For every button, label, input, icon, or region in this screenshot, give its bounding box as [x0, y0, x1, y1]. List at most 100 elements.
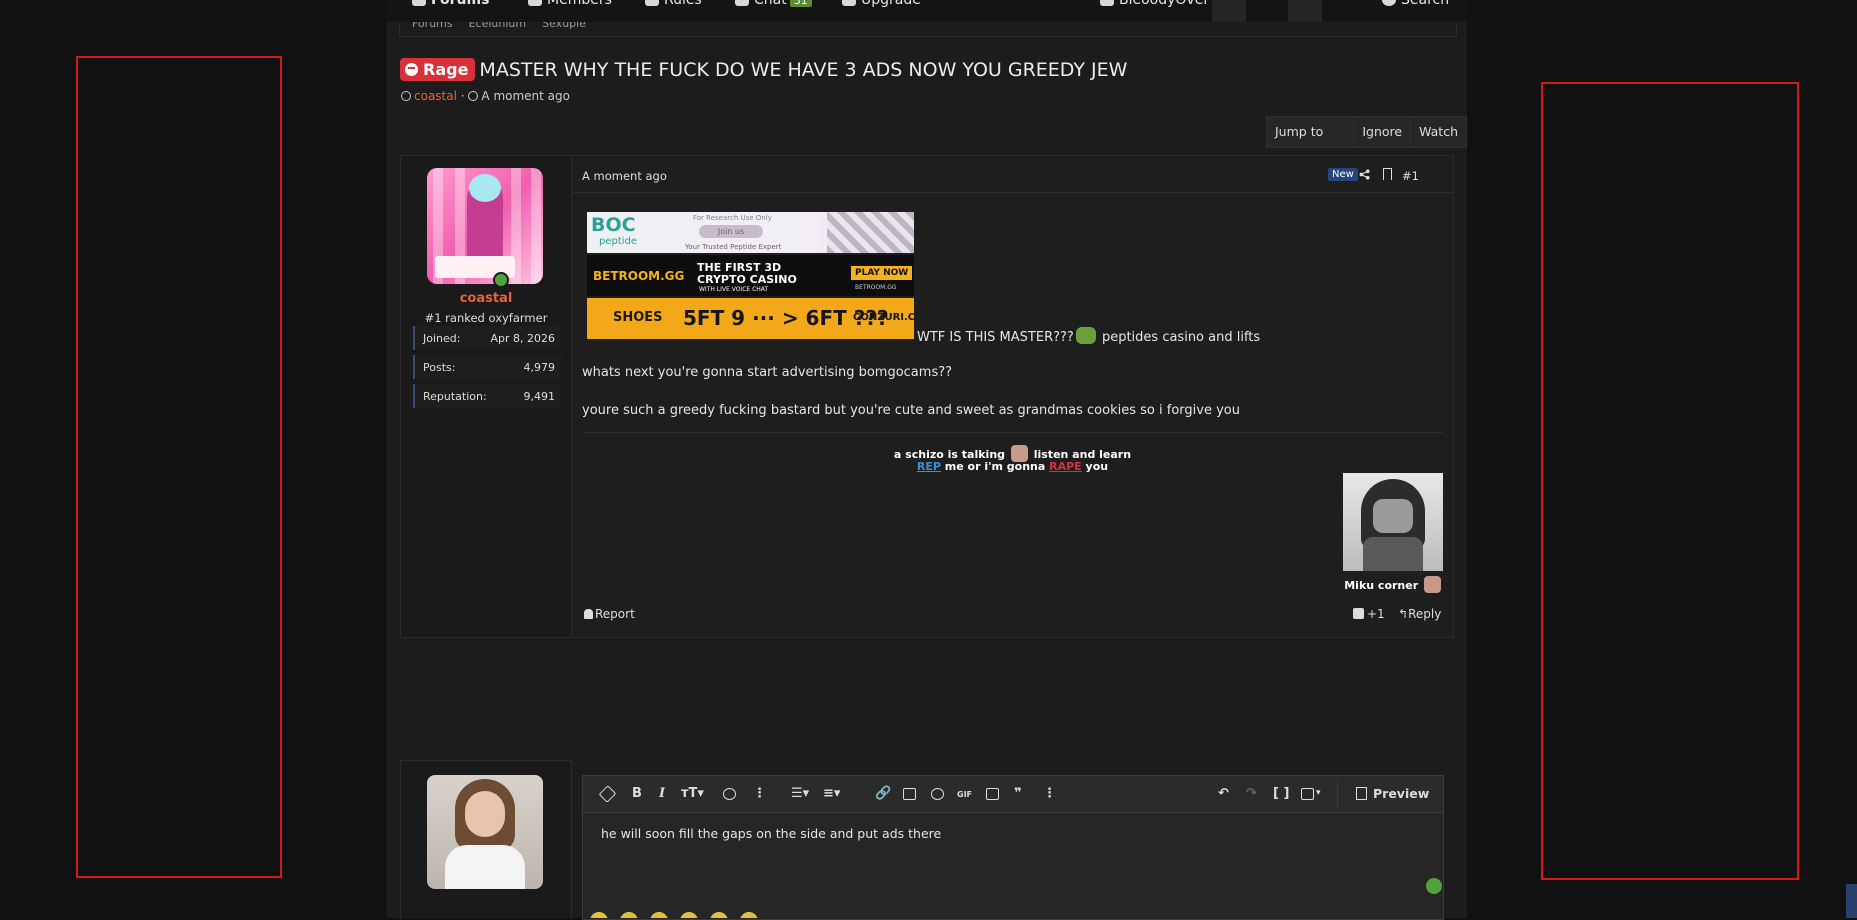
- inbox-icon[interactable]: [1212, 0, 1246, 22]
- emoji-icon[interactable]: [590, 912, 608, 918]
- italic-icon[interactable]: I: [659, 786, 665, 801]
- align-icon[interactable]: ≡▾: [823, 786, 840, 801]
- quote-icon[interactable]: ❞: [1014, 786, 1022, 801]
- user-avatar-icon: [1100, 0, 1114, 6]
- post-username[interactable]: coastal: [401, 291, 571, 306]
- left-ad-slot: [76, 56, 282, 878]
- emoji-icon[interactable]: [710, 912, 728, 918]
- bbcode-icon[interactable]: [ ]: [1273, 786, 1289, 801]
- emote-icon: [1424, 576, 1441, 593]
- avatar-stripe: [531, 168, 541, 284]
- avatar-face: [465, 791, 505, 837]
- avatar[interactable]: [427, 775, 543, 889]
- post-time[interactable]: A moment ago: [582, 169, 667, 183]
- avatar-shirt: [445, 845, 525, 889]
- right-ad-slot: [1541, 82, 1799, 880]
- ad-boc-peptide[interactable]: BOC peptide For Research Use Only Join u…: [587, 212, 914, 253]
- post-number-link[interactable]: #1: [1402, 169, 1419, 183]
- share-icon[interactable]: [1359, 169, 1370, 180]
- reply-arrow-icon: ↰: [1398, 607, 1409, 621]
- members-icon: [528, 0, 542, 6]
- save-draft-icon[interactable]: [1301, 788, 1314, 800]
- signature-line: REP me or i'm gonna RAPE you: [916, 460, 1109, 473]
- post-message: A moment ago New #1 BOC peptide For Rese…: [572, 156, 1453, 637]
- preview-icon: [1356, 787, 1367, 800]
- gif-icon[interactable]: GIF: [957, 790, 972, 799]
- post: coastal #1 ranked oxyfarmer Joined: Apr 8…: [400, 155, 1454, 638]
- bell-icon[interactable]: [1250, 0, 1284, 22]
- clear-format-icon[interactable]: [598, 785, 617, 803]
- breadcrumb-item[interactable]: Forums: [412, 22, 453, 30]
- rep-link[interactable]: REP: [917, 460, 941, 473]
- text-size-icon[interactable]: тT▾: [681, 786, 704, 801]
- more-icon[interactable]: ⋮: [753, 786, 766, 801]
- user-title: #1 ranked oxyfarmer: [424, 311, 548, 325]
- chat-count-badge: 31: [789, 0, 812, 7]
- toolbar-divider: [1337, 779, 1338, 809]
- signature-image[interactable]: [1343, 473, 1443, 571]
- nav-account[interactable]: BleoodyOver: [1100, 0, 1209, 8]
- emoji-icon[interactable]: [740, 912, 758, 918]
- post-line: youre such a greedy fucking bastard but …: [582, 403, 1240, 418]
- bolt-icon[interactable]: [1288, 0, 1322, 22]
- signature-link[interactable]: RAPE: [1049, 460, 1082, 473]
- link-icon[interactable]: 🔗: [875, 786, 891, 801]
- breadcrumb: Forums Ecelunium Sexuple: [412, 22, 602, 30]
- chevron-down-icon[interactable]: ▾: [1316, 788, 1321, 798]
- avatar[interactable]: [427, 168, 543, 284]
- ad-conzuri[interactable]: SHOES 5FT 9 ··· > 6FT ??? CONZURI.COM: [587, 298, 914, 339]
- nav-members[interactable]: Members: [528, 0, 612, 8]
- nav-search[interactable]: Search: [1382, 0, 1449, 8]
- editor-toolbar: B I тT▾ ⋮ ☰▾ ≡▾ 🔗 GIF ❞ ⋮ ↶ ↷ [ ] ▾ Prev…: [583, 776, 1443, 813]
- nav-upgrade[interactable]: Upgrade: [842, 0, 921, 8]
- thread-actions: Jump to new Ignore Watch: [1266, 116, 1467, 169]
- emoji-strip: [590, 912, 1370, 918]
- ignore-button[interactable]: Ignore: [1353, 117, 1410, 147]
- thread-prefix[interactable]: Rage: [400, 58, 476, 81]
- nav-chat[interactable]: Chat 31: [735, 0, 812, 8]
- signature-caption: Miku corner: [1343, 576, 1443, 593]
- bookmark-icon[interactable]: [1383, 168, 1392, 180]
- chat-icon: [735, 0, 749, 6]
- palette-icon[interactable]: [723, 788, 736, 800]
- more-icon[interactable]: ⋮: [1043, 786, 1056, 801]
- nav-rules[interactable]: Rules: [645, 0, 702, 8]
- emoji-icon[interactable]: [650, 912, 668, 918]
- undo-icon[interactable]: ↶: [1218, 786, 1229, 801]
- draft-status-icon: [1426, 878, 1442, 894]
- media-icon[interactable]: [986, 788, 999, 800]
- image-body: [1363, 537, 1423, 571]
- clock-icon: [468, 91, 479, 101]
- signature-divider: [582, 432, 1443, 433]
- corner-widget[interactable]: [1846, 884, 1857, 918]
- thread-time[interactable]: A moment ago: [481, 89, 570, 103]
- thumbs-up-icon: [1353, 608, 1364, 619]
- upgrade-icon: [842, 0, 856, 6]
- image-icon[interactable]: [903, 788, 916, 800]
- emoji-icon[interactable]: [680, 912, 698, 918]
- toggle-icon[interactable]: [1326, 0, 1360, 22]
- user-stat-reputation: Reputation: 9,491: [413, 384, 561, 408]
- nav-forums[interactable]: Forums: [412, 0, 489, 8]
- emoji-icon[interactable]: [620, 912, 638, 918]
- ad-image: [827, 212, 914, 253]
- bold-icon[interactable]: B: [632, 786, 642, 801]
- reply-editor: B I тT▾ ⋮ ☰▾ ≡▾ 🔗 GIF ❞ ⋮ ↶ ↷ [ ] ▾ Prev…: [582, 775, 1444, 920]
- reply-button[interactable]: ↰Reply: [1398, 607, 1441, 621]
- list-icon[interactable]: ☰▾: [791, 786, 809, 801]
- bell-icon: [584, 609, 593, 619]
- like-button[interactable]: +1: [1353, 607, 1385, 621]
- watch-button[interactable]: Watch: [1410, 117, 1466, 147]
- post-user-column: coastal #1 ranked oxyfarmer Joined: Apr 8…: [401, 156, 572, 637]
- breadcrumb-item[interactable]: Ecelunium: [469, 22, 527, 30]
- breadcrumb-item[interactable]: Sexuple: [542, 22, 586, 30]
- thread-author-link[interactable]: coastal: [414, 89, 457, 103]
- ad-betroom[interactable]: BETROOM.GG THE FIRST 3D CRYPTO CASINO WI…: [587, 255, 914, 296]
- thread-meta: coastal · A moment ago: [401, 89, 570, 103]
- report-button[interactable]: Report: [584, 607, 635, 621]
- preview-button[interactable]: Preview: [1356, 786, 1429, 801]
- redo-icon[interactable]: ↷: [1246, 786, 1257, 801]
- reply-textarea[interactable]: he will soon fill the gaps on the side a…: [601, 826, 941, 841]
- smiley-icon[interactable]: [931, 788, 944, 800]
- jump-to-new-button[interactable]: Jump to new: [1267, 117, 1353, 169]
